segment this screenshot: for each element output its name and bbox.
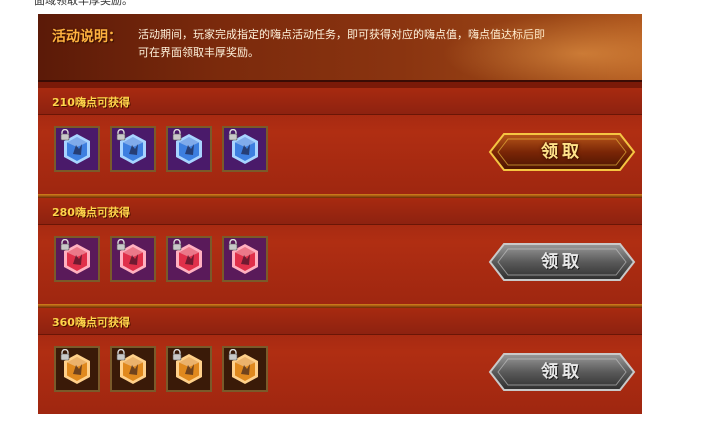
- reward-item-slot[interactable]: [222, 346, 268, 392]
- top-caption: 面域领取丰厚奖励。: [34, 0, 133, 7]
- activity-header: 活动说明： 活动期间，玩家完成指定的嗨点活动任务，即可获得对应的嗨点值，嗨点值达…: [38, 14, 642, 82]
- claim-button-label: 领取: [541, 252, 583, 272]
- reward-item-slot[interactable]: [222, 126, 268, 172]
- reward-item-slot[interactable]: [110, 346, 156, 392]
- reward-item-slot[interactable]: [54, 126, 100, 172]
- lock-icon: [60, 129, 70, 141]
- lock-icon: [228, 349, 238, 361]
- reward-tier-1: 210嗨点可获得领取: [38, 88, 642, 198]
- tier-title: 280嗨点可获得: [52, 206, 130, 219]
- claim-button[interactable]: 领取: [488, 350, 636, 394]
- claim-button[interactable]: 领取: [488, 130, 636, 174]
- reward-item-slot[interactable]: [54, 236, 100, 282]
- reward-item-slot[interactable]: [166, 346, 212, 392]
- reward-item-slot[interactable]: [110, 236, 156, 282]
- claim-button-label: 领取: [541, 362, 583, 382]
- reward-item-slot[interactable]: [222, 236, 268, 282]
- reward-tier-3: 360嗨点可获得领取: [38, 308, 642, 414]
- lock-icon: [228, 129, 238, 141]
- tier-header-band: 210嗨点可获得: [38, 88, 642, 115]
- tier-header-band: 360嗨点可获得: [38, 308, 642, 335]
- reward-item-slot[interactable]: [166, 126, 212, 172]
- header-description: 活动期间，玩家完成指定的嗨点活动任务，即可获得对应的嗨点值，嗨点值达标后即 可在…: [138, 26, 642, 66]
- lock-icon: [60, 239, 70, 251]
- lock-icon: [116, 129, 126, 141]
- lock-icon: [116, 239, 126, 251]
- claim-button-label: 领取: [541, 142, 583, 162]
- header-label: 活动说明：: [52, 29, 122, 45]
- lock-icon: [228, 239, 238, 251]
- reward-item-slot[interactable]: [110, 126, 156, 172]
- lock-icon: [60, 349, 70, 361]
- lock-icon: [172, 349, 182, 361]
- activity-panel: 活动说明： 活动期间，玩家完成指定的嗨点活动任务，即可获得对应的嗨点值，嗨点值达…: [38, 14, 642, 414]
- lock-icon: [172, 129, 182, 141]
- reward-item-slot[interactable]: [54, 346, 100, 392]
- claim-button[interactable]: 领取: [488, 240, 636, 284]
- tier-title: 360嗨点可获得: [52, 316, 130, 329]
- header-line-2: 可在界面领取丰厚奖励。: [138, 46, 259, 59]
- lock-icon: [172, 239, 182, 251]
- reward-tier-2: 280嗨点可获得领取: [38, 198, 642, 308]
- tier-title: 210嗨点可获得: [52, 96, 130, 109]
- header-line-1: 活动期间，玩家完成指定的嗨点活动任务，即可获得对应的嗨点值，嗨点值达标后即: [138, 28, 545, 41]
- reward-item-slot[interactable]: [166, 236, 212, 282]
- lock-icon: [116, 349, 126, 361]
- tier-header-band: 280嗨点可获得: [38, 198, 642, 225]
